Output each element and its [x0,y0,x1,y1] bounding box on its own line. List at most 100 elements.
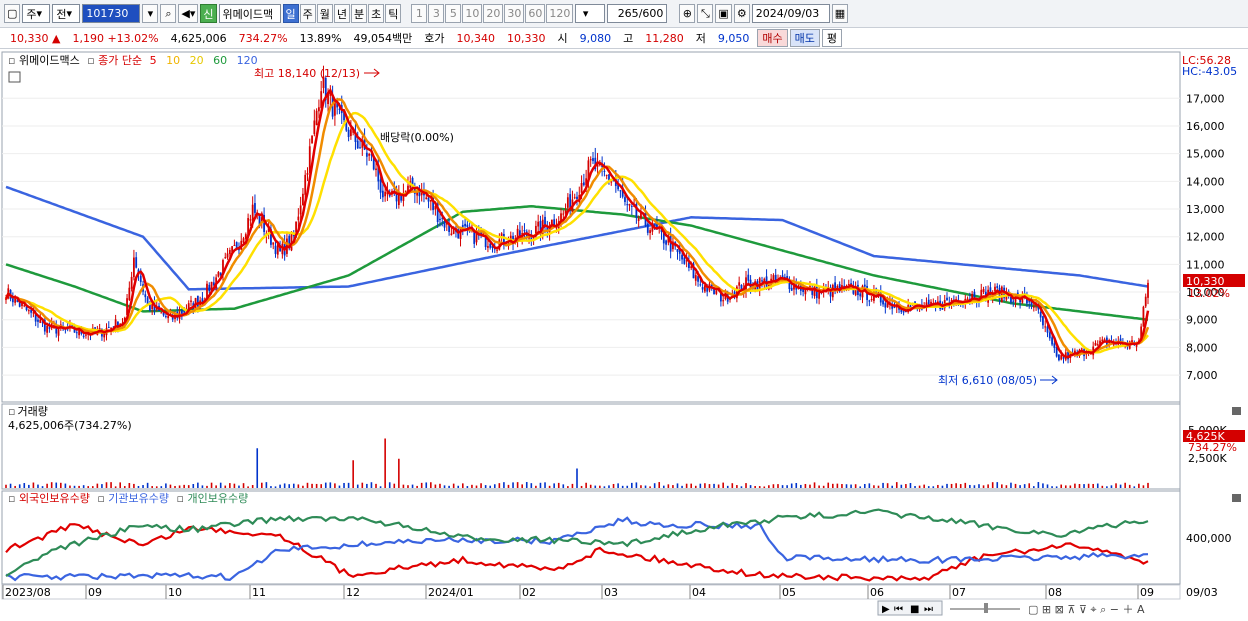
volume-bar [978,484,980,488]
speaker-icon[interactable]: ◀▾ [178,4,199,23]
candle [1142,305,1145,327]
volume-bar [366,483,368,488]
volume-close-icon[interactable] [1232,407,1241,415]
gear-icon[interactable]: ⚙ [733,4,750,23]
volume-bar [503,482,505,488]
volume-bar [9,483,12,488]
period-select[interactable]: 주 ▾ [22,4,51,23]
period-tab-0[interactable]: 일 [282,4,299,23]
dropdown-icon[interactable]: ▾ [142,4,159,23]
nav-last-icon[interactable]: ⏭ [924,604,933,615]
market-select-value: 전 [56,7,67,21]
interval-tab-10[interactable]: 10 [462,4,483,23]
volume-title: 거래량 [17,405,47,418]
volume-bar [507,484,510,488]
volume-bar [859,486,862,488]
crosshair-icon[interactable]: ⊕ [679,4,696,23]
stock-name-field[interactable]: 위메이드맥 [218,4,281,23]
volume-bar [1046,484,1049,488]
stock-code-input[interactable]: 101730 [82,4,141,23]
period-tab-3[interactable]: 년 [333,4,351,23]
stock-legend-name: 위메이드맥스 [19,54,80,67]
x-label: 11 [252,586,266,599]
credit-badge: 신 [200,4,217,23]
holding-close-icon[interactable] [1232,494,1241,502]
volume-bar [1028,483,1031,488]
volume-bar [270,486,272,488]
period-tab-1[interactable]: 주 [299,4,316,23]
nav-next-icon[interactable]: ▶ [882,604,890,615]
x-label: 2024/01 [428,586,474,599]
volume-bar [1033,486,1035,488]
x-label: 02 [522,586,536,599]
search-icon[interactable]: ⌕ [160,4,177,23]
foreign-label: 외국인보유수량 [19,492,90,505]
volume-bar [69,485,71,488]
interval-tab-1[interactable]: 1 [411,4,428,23]
interval-select[interactable]: ▾ [575,4,606,23]
count-field[interactable]: 265/600 [607,4,668,23]
high-price: 11,280 [645,31,684,45]
volume-bar [251,485,254,488]
volume-bar [576,468,578,488]
volume-bar [82,485,85,488]
interval-tab-20[interactable]: 20 [483,4,504,23]
market-select[interactable]: 전 ▾ [52,4,81,23]
volume-bar [763,486,766,488]
eval-button[interactable]: 평 [821,29,843,47]
interval-tab-60[interactable]: 60 [525,4,546,23]
price-value: 10,330 [10,31,49,45]
volume-bar [539,482,542,488]
volume-bar [969,484,971,488]
volume-bar [927,486,930,488]
volume-bar [567,486,569,488]
volume-bar [836,483,839,488]
volume-bar [813,482,816,488]
legend-square-icon: ▫ [97,492,104,505]
interval-tab-30[interactable]: 30 [504,4,525,23]
period-tab-4[interactable]: 분 [351,4,368,23]
volume-bar [1010,482,1012,488]
axes: 7,0008,0009,00010,00011,00012,00013,0001… [1186,92,1232,545]
layout-icon[interactable]: ▢ [4,4,21,23]
nav-first-icon[interactable]: ⏮ [894,604,903,615]
volume-bar [877,485,880,488]
date-field[interactable]: 2024/09/03 [751,4,830,23]
volume-bar [14,485,16,488]
max-note: 최고 18,140 (12/13) [254,67,360,80]
volume-bar [425,482,428,488]
period-tab-5[interactable]: 초 [368,4,385,23]
period-tab-2[interactable]: 월 [316,4,333,23]
volume-bar [594,485,597,488]
period-tab-6[interactable]: 틱 [385,4,402,23]
volume-bar [1069,485,1072,488]
volume-bar [863,483,866,488]
holding-legend: ▫ 외국인보유수량 ▫ 기관보유수량 ▫ 개인보유수량 [8,492,248,505]
volume-bar [704,483,706,488]
volume-bar [754,485,756,488]
volume-bar [717,484,720,488]
candle [311,135,313,144]
interval-tab-120[interactable]: 120 [546,4,574,23]
chart-type-icon[interactable]: ⤡ [697,4,714,23]
sell-button[interactable]: 매도 [789,29,820,47]
interval-tab-5[interactable]: 5 [445,4,462,23]
table-icon[interactable] [8,71,21,83]
volume-bar [516,482,519,488]
volume-bar [489,485,492,488]
interval-tab-3[interactable]: 3 [428,4,445,23]
chart-area[interactable]: 7,0008,0009,00010,00011,00012,00013,0001… [0,50,1248,621]
save-icon[interactable]: ▣ [715,4,732,23]
volume-bar [868,483,871,488]
nav-stop-icon[interactable]: ■ [910,604,919,615]
price-tick-label: 13,000 [1186,203,1225,216]
zoom-slider-handle[interactable] [984,603,988,613]
tool-icons[interactable]: ▢ ⊞ ⊠ ⊼ ⊽ ⌖ ⌕ − ＋ A [1028,603,1145,616]
volume-bar [1096,483,1099,488]
calendar-icon[interactable]: ▦ [831,4,849,23]
buy-button[interactable]: 매수 [757,29,788,47]
ma120-label: 120 [237,54,258,67]
volume-bar [768,485,770,488]
volume-bar [653,483,656,488]
volume-bar [941,485,944,488]
